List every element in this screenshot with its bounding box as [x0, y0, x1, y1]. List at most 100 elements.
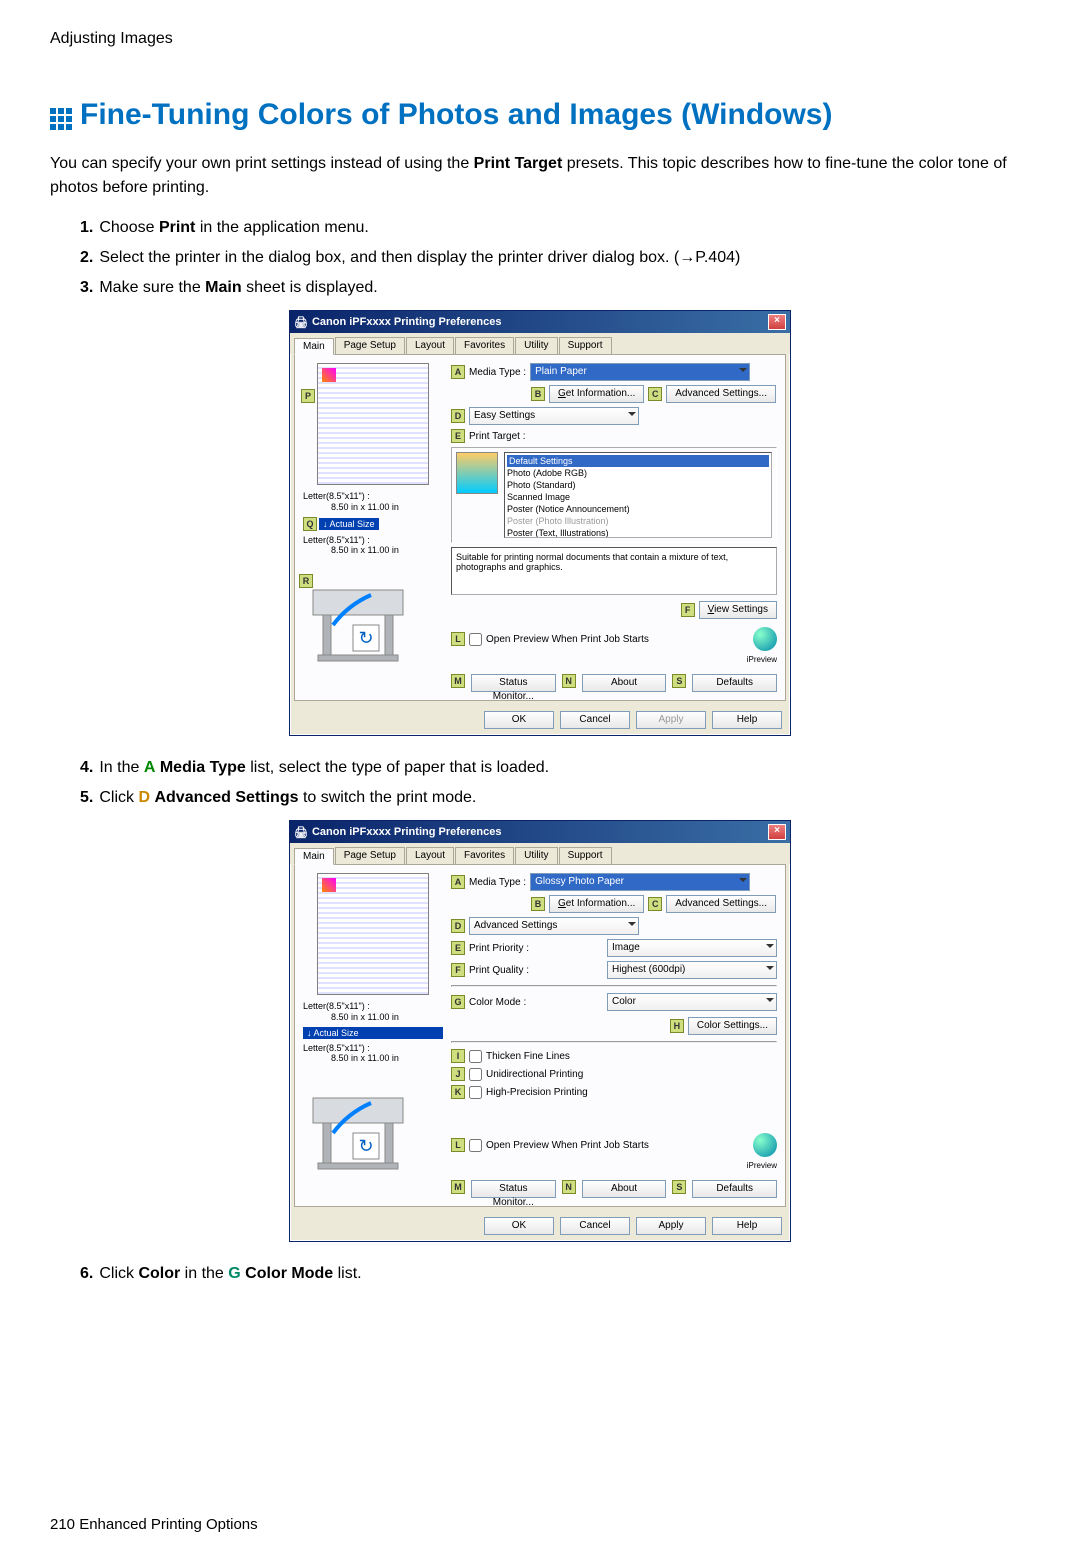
intro-text: You can specify your own print settings …: [50, 152, 1030, 200]
printer-icon: ↻: [303, 570, 423, 670]
get-information-button-2[interactable]: Get Information...: [549, 895, 644, 913]
marker-f-2: F: [451, 963, 465, 977]
tab-favorites[interactable]: Favorites: [455, 337, 514, 354]
marker-e-2: E: [451, 941, 465, 955]
steps-list-3: 6.Click Color in the G Color Mode list.: [80, 1262, 1030, 1286]
actual-size-indicator: ↓ Actual Size: [319, 518, 379, 530]
marker-s: S: [672, 674, 686, 688]
open-preview-label-2: Open Preview When Print Job Starts: [486, 1140, 649, 1151]
target-thumbnail: [456, 452, 498, 494]
status-monitor-button-2[interactable]: Status Monitor...: [471, 1180, 556, 1198]
marker-c-2: C: [648, 897, 662, 911]
steps-list: 1.Choose Print in the application menu. …: [80, 216, 1030, 300]
about-button-2[interactable]: About: [582, 1180, 667, 1198]
marker-l: L: [451, 632, 465, 646]
unidirectional-checkbox[interactable]: [469, 1068, 482, 1081]
page-title: Fine-Tuning Colors of Photos and Images …: [50, 98, 1030, 132]
status-monitor-button[interactable]: Status Monitor...: [471, 674, 556, 692]
marker-f: F: [681, 603, 695, 617]
dialog-tabs: Main Page Setup Layout Favorites Utility…: [290, 333, 790, 354]
marker-l-2: L: [451, 1138, 465, 1152]
unidirectional-label: Unidirectional Printing: [486, 1069, 583, 1080]
marker-a-2: A: [451, 875, 465, 889]
cancel-button[interactable]: Cancel: [560, 711, 630, 729]
marker-k-2: K: [451, 1085, 465, 1099]
page-preview: [317, 363, 429, 485]
page-footer: 210 Enhanced Printing Options: [50, 1516, 1030, 1533]
tab-support[interactable]: Support: [559, 337, 612, 354]
defaults-button[interactable]: Defaults: [692, 674, 777, 692]
mode-combo[interactable]: Advanced Settings: [469, 917, 639, 935]
svg-text:↻: ↻: [358, 1136, 373, 1156]
about-button[interactable]: About: [582, 674, 667, 692]
marker-i-2: I: [451, 1049, 465, 1063]
ok-button[interactable]: OK: [484, 711, 554, 729]
target-description: Suitable for printing normal documents t…: [451, 547, 777, 595]
high-precision-checkbox[interactable]: [469, 1086, 482, 1099]
ipreview-label: iPreview: [451, 655, 777, 664]
marker-n: N: [562, 674, 576, 688]
open-preview-label: Open Preview When Print Job Starts: [486, 634, 649, 645]
tab-layout[interactable]: Layout: [406, 337, 454, 354]
close-button[interactable]: ×: [768, 314, 786, 330]
print-priority-combo[interactable]: Image: [607, 939, 777, 957]
tab-layout-2[interactable]: Layout: [406, 847, 454, 864]
marker-d-2: D: [451, 919, 465, 933]
paper-info-1: Letter(8.5"x11") : 8.50 in x 11.00 in: [303, 491, 443, 513]
help-button-2[interactable]: Help: [712, 1217, 782, 1235]
easy-settings-combo[interactable]: Easy Settings: [469, 407, 639, 425]
marker-q: Q: [303, 517, 317, 531]
marker-s-2: S: [672, 1180, 686, 1194]
tab-page-setup[interactable]: Page Setup: [335, 337, 405, 354]
printing-preferences-dialog-2: 🖨Canon iPFxxxx Printing Preferences × Ma…: [289, 820, 791, 1242]
defaults-button-2[interactable]: Defaults: [692, 1180, 777, 1198]
tab-support-2[interactable]: Support: [559, 847, 612, 864]
app-icon: 🖨: [294, 826, 308, 839]
apply-button[interactable]: Apply: [636, 711, 706, 729]
paper-info-2: Letter(8.5"x11") : 8.50 in x 11.00 in: [303, 535, 443, 557]
cancel-button-2[interactable]: Cancel: [560, 1217, 630, 1235]
ok-button-2[interactable]: OK: [484, 1217, 554, 1235]
media-type-combo[interactable]: Plain Paper: [530, 363, 750, 381]
advanced-settings-button-2[interactable]: Advanced Settings...: [666, 895, 776, 913]
marker-p: P: [301, 389, 315, 403]
print-target-list[interactable]: Default Settings Photo (Adobe RGB) Photo…: [504, 452, 772, 538]
dialog-titlebar: 🖨Canon iPFxxxx Printing Preferences ×: [290, 311, 790, 333]
marker-b-2: B: [531, 897, 545, 911]
dialog-titlebar-2: 🖨Canon iPFxxxx Printing Preferences ×: [290, 821, 790, 843]
globe-icon[interactable]: [753, 627, 777, 651]
close-button-2[interactable]: ×: [768, 824, 786, 840]
print-target-label: Print Target :: [469, 431, 526, 442]
color-mode-label: Color Mode :: [469, 997, 526, 1008]
print-quality-combo[interactable]: Highest (600dpi): [607, 961, 777, 979]
marker-n-2: N: [562, 1180, 576, 1194]
tab-main[interactable]: Main: [294, 338, 334, 355]
apply-button-2[interactable]: Apply: [636, 1217, 706, 1235]
media-type-combo-2[interactable]: Glossy Photo Paper: [530, 873, 750, 891]
get-information-button[interactable]: Get Information...: [549, 385, 644, 403]
printer-icon: ↻: [303, 1078, 423, 1178]
marker-g-2: G: [451, 995, 465, 1009]
steps-list-2: 4.In the A Media Type list, select the t…: [80, 756, 1030, 810]
help-button[interactable]: Help: [712, 711, 782, 729]
ipreview-label-2: iPreview: [451, 1161, 777, 1170]
color-mode-combo[interactable]: Color: [607, 993, 777, 1011]
advanced-settings-button[interactable]: Advanced Settings...: [666, 385, 776, 403]
view-settings-button[interactable]: View Settings: [699, 601, 777, 619]
open-preview-checkbox-2[interactable]: [469, 1139, 482, 1152]
paper-info-1b: Letter(8.5"x11") : 8.50 in x 11.00 in: [303, 1001, 443, 1023]
tab-utility[interactable]: Utility: [515, 337, 557, 354]
open-preview-checkbox[interactable]: [469, 633, 482, 646]
tab-main-2[interactable]: Main: [294, 848, 334, 865]
tab-page-setup-2[interactable]: Page Setup: [335, 847, 405, 864]
printing-preferences-dialog-1: 🖨Canon iPFxxxx Printing Preferences × Ma…: [289, 310, 791, 736]
globe-icon-2[interactable]: [753, 1133, 777, 1157]
grid-icon: [50, 104, 72, 126]
print-priority-label: Print Priority :: [469, 943, 529, 954]
tab-utility-2[interactable]: Utility: [515, 847, 557, 864]
color-settings-button[interactable]: Color Settings...: [688, 1017, 777, 1035]
thicken-lines-checkbox[interactable]: [469, 1050, 482, 1063]
tab-favorites-2[interactable]: Favorites: [455, 847, 514, 864]
dialog-tabs-2: Main Page Setup Layout Favorites Utility…: [290, 843, 790, 864]
breadcrumb: Adjusting Images: [50, 30, 1030, 48]
